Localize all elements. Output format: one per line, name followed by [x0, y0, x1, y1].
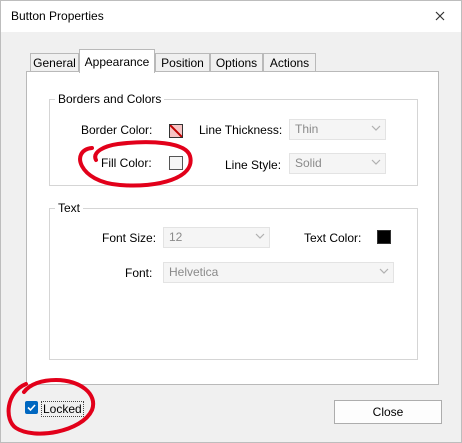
line-thickness-label: Line Thickness: — [199, 123, 283, 137]
appearance-panel: Borders and Colors Border Color: Line Th… — [26, 71, 439, 385]
font-label: Font: — [125, 266, 153, 280]
chevron-down-icon — [255, 233, 265, 239]
border-color-swatch[interactable] — [169, 124, 183, 138]
locked-checkbox[interactable] — [25, 401, 38, 414]
fill-color-swatch[interactable] — [169, 156, 183, 170]
font-select[interactable]: Helvetica — [163, 262, 394, 283]
title-bar: Button Properties — [1, 1, 461, 32]
line-thickness-select[interactable]: Thin — [289, 119, 386, 140]
font-size-value: 12 — [169, 230, 183, 244]
text-legend: Text — [58, 201, 81, 215]
line-thickness-value: Thin — [295, 122, 319, 136]
border-color-label: Border Color: — [81, 123, 153, 137]
chevron-down-icon — [371, 125, 381, 131]
text-color-label: Text Color: — [304, 231, 362, 245]
tab-appearance[interactable]: Appearance — [79, 49, 155, 73]
text-color-swatch[interactable] — [377, 230, 391, 244]
line-style-value: Solid — [295, 156, 322, 170]
chevron-down-icon — [371, 159, 381, 165]
font-size-label: Font Size: — [102, 231, 157, 245]
close-button-label: Close — [372, 405, 404, 419]
no-color-swatch-icon — [169, 124, 183, 138]
chevron-down-icon — [379, 268, 389, 274]
checkmark-icon — [27, 404, 36, 412]
line-style-select[interactable]: Solid — [289, 153, 386, 174]
line-style-label: Line Style: — [225, 158, 282, 172]
window-title: Button Properties — [11, 9, 104, 23]
font-value: Helvetica — [169, 265, 219, 279]
locked-label[interactable]: Locked — [41, 401, 84, 417]
font-size-select[interactable]: 12 — [163, 227, 270, 248]
close-button[interactable]: Close — [334, 400, 442, 424]
borders-colors-legend: Borders and Colors — [58, 92, 162, 106]
close-icon[interactable] — [429, 5, 451, 27]
fill-color-label: Fill Color: — [101, 156, 152, 170]
button-properties-dialog: Button Properties General Appearance Pos… — [0, 0, 462, 443]
tab-general[interactable]: General — [30, 53, 79, 72]
tab-options[interactable]: Options — [210, 53, 263, 72]
tab-actions[interactable]: Actions — [263, 53, 316, 72]
tab-position[interactable]: Position — [155, 53, 210, 72]
